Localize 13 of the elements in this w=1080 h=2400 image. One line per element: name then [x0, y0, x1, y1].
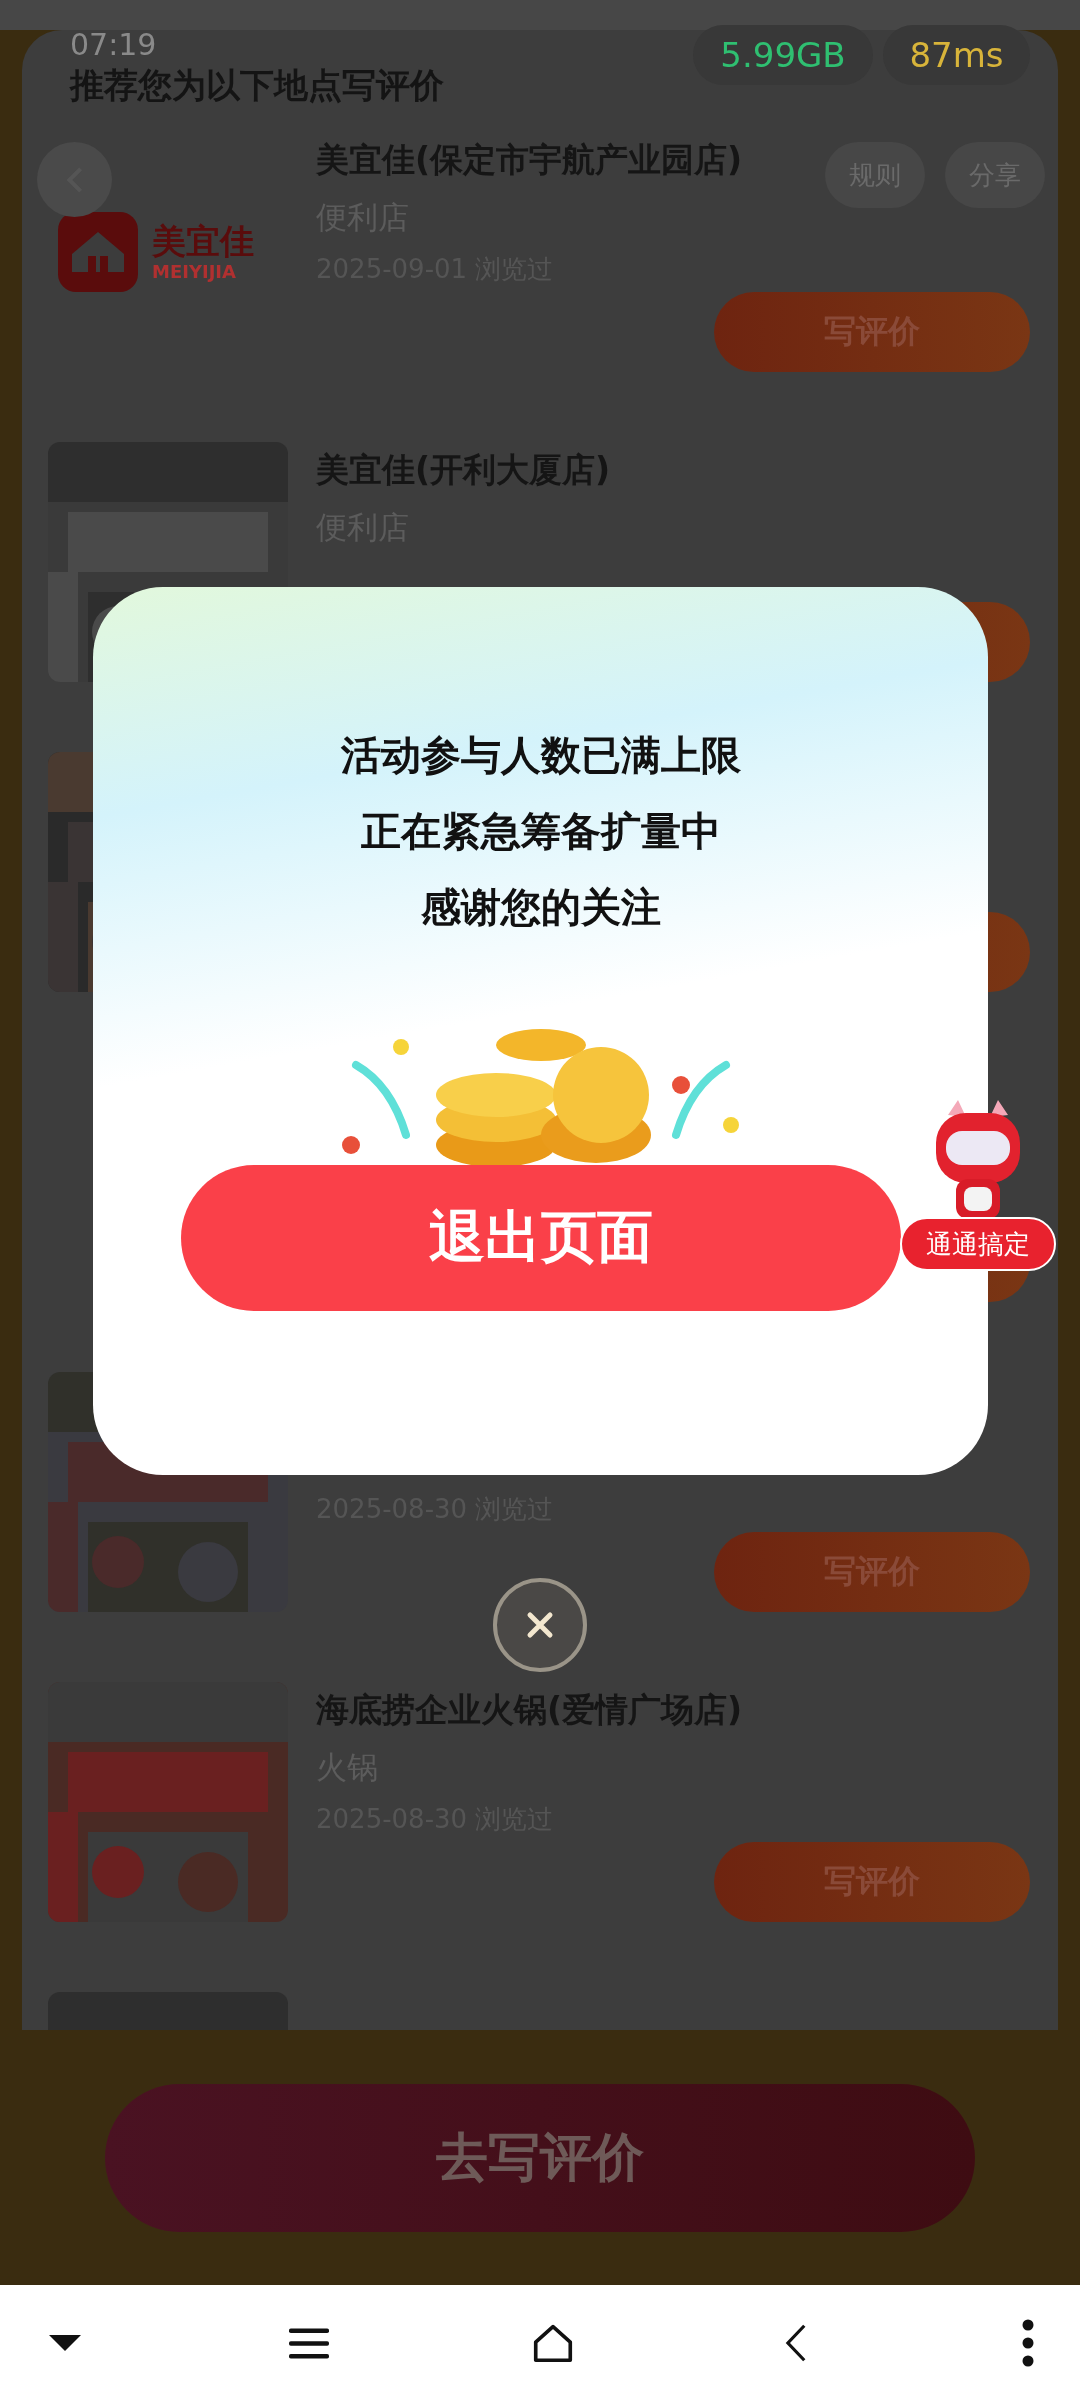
logo-latin: MEIYIJIA [152, 261, 237, 283]
notice-text: 活动参与人数已满上限 [340, 731, 741, 780]
more-icon[interactable] [1021, 2318, 1035, 2367]
notice-text: 感谢您的关注 [420, 883, 661, 932]
status-time: 07:19 [70, 30, 157, 60]
exit-page-button[interactable]: 退出页面 [180, 1165, 901, 1311]
latency-badge: 87ms [883, 25, 1030, 85]
house-icon [58, 212, 138, 292]
home-icon[interactable] [533, 2322, 573, 2363]
assistant-button[interactable]: 通通搞定 [900, 1217, 1056, 1271]
memory-badge: 5.99GB [693, 25, 873, 85]
notice-text: 正在紧急筹备扩量中 [360, 807, 721, 856]
write-review-button[interactable]: 去写评价 [105, 2083, 975, 2232]
